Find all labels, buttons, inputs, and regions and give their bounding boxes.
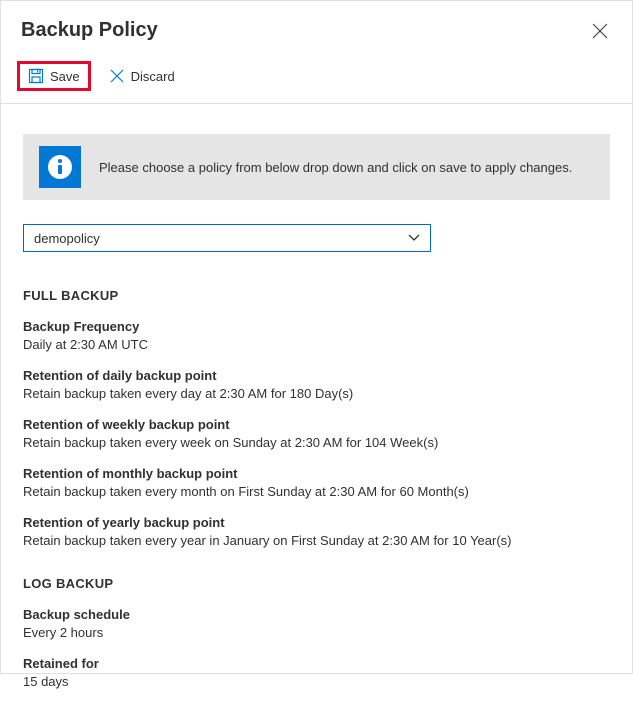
close-icon — [592, 23, 608, 39]
backup-schedule-value: Every 2 hours — [23, 625, 610, 640]
yearly-retention-field: Retention of yearly backup point Retain … — [23, 515, 610, 548]
save-button-label: Save — [50, 69, 80, 84]
info-message: Please choose a policy from below drop d… — [99, 160, 572, 175]
close-button[interactable] — [588, 19, 612, 43]
log-backup-section-title: LOG BACKUP — [23, 576, 610, 591]
panel-header: Backup Policy — [1, 1, 632, 53]
full-backup-section-title: FULL BACKUP — [23, 288, 610, 303]
content-area: Please choose a policy from below drop d… — [1, 134, 632, 725]
info-banner: Please choose a policy from below drop d… — [23, 134, 610, 200]
retained-for-label: Retained for — [23, 656, 610, 671]
backup-schedule-field: Backup schedule Every 2 hours — [23, 607, 610, 640]
discard-button[interactable]: Discard — [101, 62, 183, 90]
backup-frequency-value: Daily at 2:30 AM UTC — [23, 337, 610, 352]
page-title: Backup Policy — [21, 19, 158, 42]
weekly-retention-label: Retention of weekly backup point — [23, 417, 610, 432]
daily-retention-value: Retain backup taken every day at 2:30 AM… — [23, 386, 610, 401]
monthly-retention-field: Retention of monthly backup point Retain… — [23, 466, 610, 499]
weekly-retention-value: Retain backup taken every week on Sunday… — [23, 435, 610, 450]
monthly-retention-label: Retention of monthly backup point — [23, 466, 610, 481]
weekly-retention-field: Retention of weekly backup point Retain … — [23, 417, 610, 450]
yearly-retention-value: Retain backup taken every year in Januar… — [23, 533, 610, 548]
save-icon — [28, 68, 44, 84]
backup-frequency-label: Backup Frequency — [23, 319, 610, 334]
chevron-down-icon — [408, 234, 420, 242]
toolbar: Save Discard — [1, 53, 632, 104]
save-button[interactable]: Save — [17, 61, 91, 91]
discard-button-label: Discard — [131, 69, 175, 84]
policy-dropdown-value: demopolicy — [34, 231, 100, 246]
daily-retention-field: Retention of daily backup point Retain b… — [23, 368, 610, 401]
retained-for-value: 15 days — [23, 674, 610, 689]
monthly-retention-value: Retain backup taken every month on First… — [23, 484, 610, 499]
backup-frequency-field: Backup Frequency Daily at 2:30 AM UTC — [23, 319, 610, 352]
yearly-retention-label: Retention of yearly backup point — [23, 515, 610, 530]
info-icon — [47, 154, 73, 180]
retained-for-field: Retained for 15 days — [23, 656, 610, 689]
info-icon-container — [39, 146, 81, 188]
policy-dropdown[interactable]: demopolicy — [23, 224, 431, 252]
discard-icon — [109, 68, 125, 84]
daily-retention-label: Retention of daily backup point — [23, 368, 610, 383]
backup-schedule-label: Backup schedule — [23, 607, 610, 622]
